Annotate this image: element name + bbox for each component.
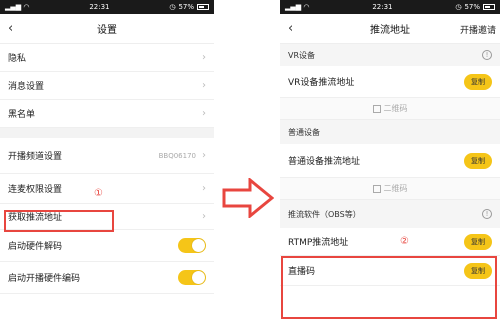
copy-button[interactable]: 复制 — [464, 152, 492, 169]
row-label: 普通设备推流地址 — [288, 157, 361, 167]
copy-button[interactable]: 复制 — [464, 233, 492, 250]
settings-item-label: 连麦权限设置 — [8, 185, 63, 195]
settings-item-privacy[interactable]: 隐私 › — [0, 44, 214, 72]
settings-item-messages[interactable]: 消息设置 › — [0, 72, 214, 100]
channel-id: BBQ06170 — [158, 151, 196, 160]
chevron-right-icon: › — [202, 108, 206, 119]
page-title: 推流地址 — [370, 25, 410, 36]
stream-address-screen: ▂▄▆ ◠ 22:31 ◷ 57% ‹ 推流地址 开播邀请 VR设备 ! VR设备… — [280, 0, 500, 322]
qr-code-link[interactable]: 二维码 — [280, 98, 500, 120]
alarm-icon: ◷ — [169, 3, 176, 11]
info-icon[interactable]: ! — [482, 209, 492, 219]
settings-item-label: 黑名单 — [8, 110, 36, 120]
chevron-right-icon: › — [202, 183, 206, 194]
chevron-right-icon: › — [202, 80, 206, 91]
normal-stream-row: 普通设备推流地址 复制 — [280, 144, 500, 178]
settings-item-hw-decode: 启动硬件解码 — [0, 230, 214, 262]
highlight-box — [4, 210, 114, 232]
step-marker: ② — [400, 236, 409, 247]
section-title: VR设备 — [288, 50, 316, 60]
arrow-right-icon — [222, 178, 274, 218]
step-marker: ① — [94, 188, 103, 199]
settings-screen: ▂▄▆ ◠ 22:31 ◷ 57% ‹ 设置 隐私 › 消息设置 › 黑名单 › … — [0, 0, 214, 322]
qr-label: 二维码 — [383, 104, 408, 113]
battery-text: 57% — [178, 3, 194, 11]
nav-bar: ‹ 设置 — [0, 14, 214, 44]
settings-item-blacklist[interactable]: 黑名单 › — [0, 100, 214, 128]
hw-encode-toggle[interactable] — [178, 270, 206, 285]
copy-button[interactable]: 复制 — [464, 73, 492, 90]
section-header-software: 推流软件（OBS等） ! — [280, 200, 500, 228]
chevron-right-icon: › — [202, 52, 206, 63]
row-label: VR设备推流地址 — [288, 78, 355, 88]
section-header-vr: VR设备 ! — [280, 44, 500, 66]
battery-icon — [197, 4, 209, 10]
nav-bar: ‹ 推流地址 开播邀请 — [280, 14, 500, 44]
battery-icon — [483, 4, 495, 10]
status-time: 22:31 — [372, 3, 393, 11]
settings-item-label: 启动开播硬件编码 — [8, 274, 81, 284]
settings-item-label: 开播频道设置 — [8, 152, 63, 162]
qr-code-icon — [372, 104, 381, 113]
settings-item-label: 启动硬件解码 — [8, 242, 63, 252]
info-icon[interactable]: ! — [482, 50, 492, 60]
status-bar: ▂▄▆ ◠ 22:31 ◷ 57% — [280, 0, 500, 14]
back-icon[interactable]: ‹ — [288, 21, 293, 36]
alarm-icon: ◷ — [455, 3, 462, 11]
signal-icon: ▂▄▆ ◠ — [285, 3, 310, 11]
section-title: 普通设备 — [288, 127, 320, 137]
settings-item-label: 消息设置 — [8, 82, 45, 92]
hw-decode-toggle[interactable] — [178, 238, 206, 253]
highlight-box — [281, 256, 497, 319]
rtmp-row: RTMP推流地址 复制 — [280, 228, 500, 256]
page-title: 设置 — [97, 25, 117, 36]
row-label: RTMP推流地址 — [288, 238, 349, 248]
vr-stream-row: VR设备推流地址 复制 — [280, 66, 500, 98]
qr-label: 二维码 — [383, 184, 408, 193]
battery-text: 57% — [464, 3, 480, 11]
status-bar: ▂▄▆ ◠ 22:31 ◷ 57% — [0, 0, 214, 14]
chevron-right-icon: › — [202, 211, 206, 222]
section-gap — [0, 128, 214, 138]
signal-icon: ▂▄▆ ◠ — [5, 3, 30, 11]
settings-item-channel[interactable]: 开播频道设置 BBQ06170 › — [0, 138, 214, 174]
qr-code-link[interactable]: 二维码 — [280, 178, 500, 200]
settings-item-label: 隐私 — [8, 54, 27, 64]
section-header-normal: 普通设备 — [280, 120, 500, 144]
settings-item-hw-encode: 启动开播硬件编码 — [0, 262, 214, 294]
chevron-right-icon: › — [202, 150, 206, 161]
invite-link[interactable]: 开播邀请 — [460, 23, 496, 36]
settings-item-mic-permission[interactable]: 连麦权限设置 › — [0, 174, 214, 204]
qr-code-icon — [372, 184, 381, 193]
status-time: 22:31 — [89, 3, 110, 11]
section-title: 推流软件（OBS等） — [288, 209, 361, 219]
back-icon[interactable]: ‹ — [8, 21, 13, 36]
